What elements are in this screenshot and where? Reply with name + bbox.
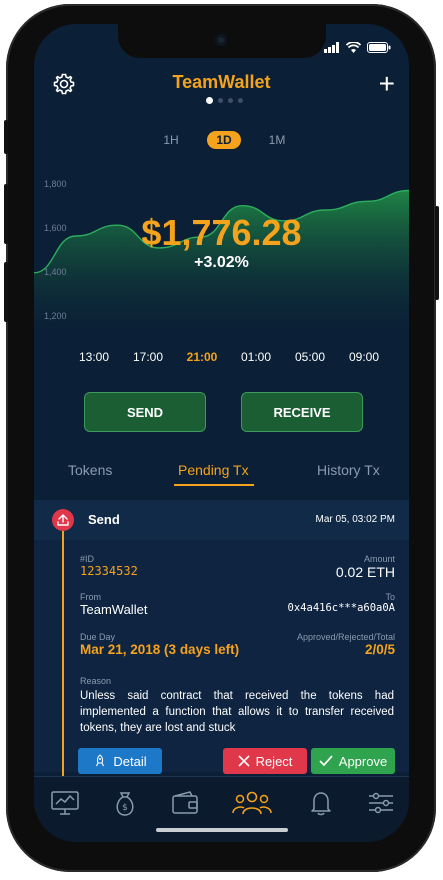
- page-indicator[interactable]: [206, 97, 243, 104]
- volume-up-button: [4, 184, 8, 244]
- wallet-icon[interactable]: [170, 789, 200, 817]
- page-dot: [206, 97, 213, 104]
- reason-text: Unless said contract that received the t…: [80, 690, 394, 734]
- settings-sliders-icon[interactable]: [366, 789, 396, 817]
- send-upload-icon: [52, 509, 74, 531]
- to-label: To: [385, 592, 395, 602]
- mute-switch: [4, 120, 8, 154]
- from-value: TeamWallet: [80, 602, 148, 617]
- amount-label: Amount: [363, 554, 395, 564]
- check-icon: [319, 755, 333, 767]
- x-tick-label: 13:00: [78, 350, 110, 364]
- detail-label: Detail: [113, 753, 147, 769]
- balance-amount: $1,776.28: [141, 212, 302, 253]
- transaction-type: Send: [88, 512, 120, 527]
- bell-icon[interactable]: [306, 789, 336, 817]
- screen: TeamWallet + 1H 1D 1M 1,800 1,600 1,400: [34, 24, 409, 842]
- chart-monitor-icon[interactable]: [50, 789, 80, 817]
- time-range-selector: 1H 1D 1M: [154, 130, 294, 150]
- tab-history-tx[interactable]: History Tx: [317, 462, 380, 478]
- due-day-value: Mar 21, 2018 (3 days left): [80, 642, 240, 657]
- to-address: 0x4a416c***a60a0A: [287, 602, 395, 614]
- power-button: [435, 206, 439, 300]
- y-tick-label: 1,200: [44, 311, 67, 321]
- approval-count-value: 2/0/5: [364, 642, 395, 657]
- page-dot: [228, 98, 233, 103]
- x-axis-labels: 13:00 17:00 21:00 01:00 05:00 09:00: [74, 350, 384, 364]
- x-tick-label: 01:00: [240, 350, 272, 364]
- receive-button[interactable]: RECEIVE: [241, 392, 363, 432]
- app-title: TeamWallet: [172, 72, 271, 92]
- rocket-icon: [96, 754, 105, 767]
- team-icon[interactable]: [230, 789, 274, 817]
- range-1d[interactable]: 1D: [207, 131, 241, 149]
- due-day-label: Due Day: [80, 632, 116, 642]
- balance-change: +3.02%: [194, 254, 249, 271]
- money-bag-icon[interactable]: $: [110, 789, 140, 817]
- approve-label: Approve: [338, 753, 388, 769]
- camera-icon: [215, 34, 227, 46]
- reject-label: Reject: [255, 753, 293, 769]
- transaction-datetime: Mar 05, 03:02 PM: [315, 514, 395, 525]
- range-1h[interactable]: 1H: [154, 133, 188, 147]
- timeline-line: [62, 531, 64, 776]
- battery-icon: [367, 42, 391, 53]
- wifi-icon: [346, 42, 361, 53]
- page-dot: [238, 98, 243, 103]
- reject-button[interactable]: Reject: [223, 748, 307, 774]
- page-dot: [218, 98, 223, 103]
- pending-transaction-card: Send Mar 05, 03:02 PM #ID 12334532 Amoun…: [34, 500, 409, 776]
- svg-text:$: $: [122, 803, 128, 813]
- reason-label: Reason: [80, 676, 112, 686]
- close-icon: [237, 755, 250, 767]
- id-label: #ID: [80, 554, 95, 564]
- bottom-nav: $: [34, 776, 409, 842]
- active-tab-indicator: [174, 484, 254, 486]
- x-tick-label: 09:00: [348, 350, 380, 364]
- volume-down-button: [4, 262, 8, 322]
- approve-button[interactable]: Approve: [311, 748, 395, 774]
- tab-pending-tx[interactable]: Pending Tx: [178, 462, 249, 478]
- tab-bar: Tokens Pending Tx History Tx: [34, 452, 409, 488]
- from-label: From: [80, 592, 101, 602]
- id-value: 12334532: [80, 564, 138, 578]
- detail-button[interactable]: Detail: [78, 748, 162, 774]
- x-tick-label-active[interactable]: 21:00: [182, 350, 222, 364]
- notch: [118, 24, 326, 58]
- status-bar: [324, 42, 391, 53]
- range-1m[interactable]: 1M: [260, 133, 294, 147]
- x-tick-label: 05:00: [294, 350, 326, 364]
- plus-icon[interactable]: +: [379, 70, 395, 98]
- home-indicator[interactable]: [156, 828, 288, 832]
- amount-value: 0.02 ETH: [335, 564, 395, 580]
- y-tick-label: 1,800: [44, 179, 67, 189]
- send-button[interactable]: SEND: [84, 392, 206, 432]
- x-tick-label: 17:00: [132, 350, 164, 364]
- signal-icon: [324, 42, 339, 53]
- transaction-header[interactable]: Send Mar 05, 03:02 PM: [34, 500, 409, 540]
- tab-tokens[interactable]: Tokens: [68, 462, 112, 478]
- approval-count-label: Approved/Rejected/Total: [296, 632, 395, 642]
- app-header: TeamWallet +: [34, 64, 409, 114]
